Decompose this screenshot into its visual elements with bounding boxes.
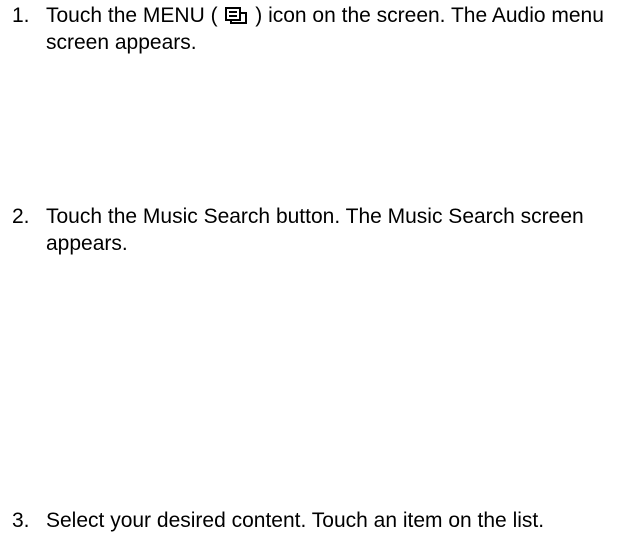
step-number: 3.: [12, 509, 30, 532]
step-number: 2.: [12, 205, 30, 228]
step-text: Touch the Music Search button. The Music…: [46, 205, 584, 255]
manual-page: { "steps": [ { "number": "1.", "before_i…: [0, 0, 633, 558]
step-text-before-icon: Touch the MENU (: [46, 4, 224, 27]
menu-icon: [225, 7, 248, 24]
step-1: 1. Touch the MENU ( ) icon on the screen…: [12, 2, 622, 56]
step-2: 2. Touch the Music Search button. The Mu…: [12, 203, 622, 257]
step-3: 3. Select your desired content. Touch an…: [12, 507, 622, 534]
step-text: Touch the MENU ( ) icon on the screen. T…: [12, 2, 622, 56]
step-number: 1.: [12, 4, 30, 27]
step-text: Select your desired content. Touch an it…: [46, 509, 545, 532]
